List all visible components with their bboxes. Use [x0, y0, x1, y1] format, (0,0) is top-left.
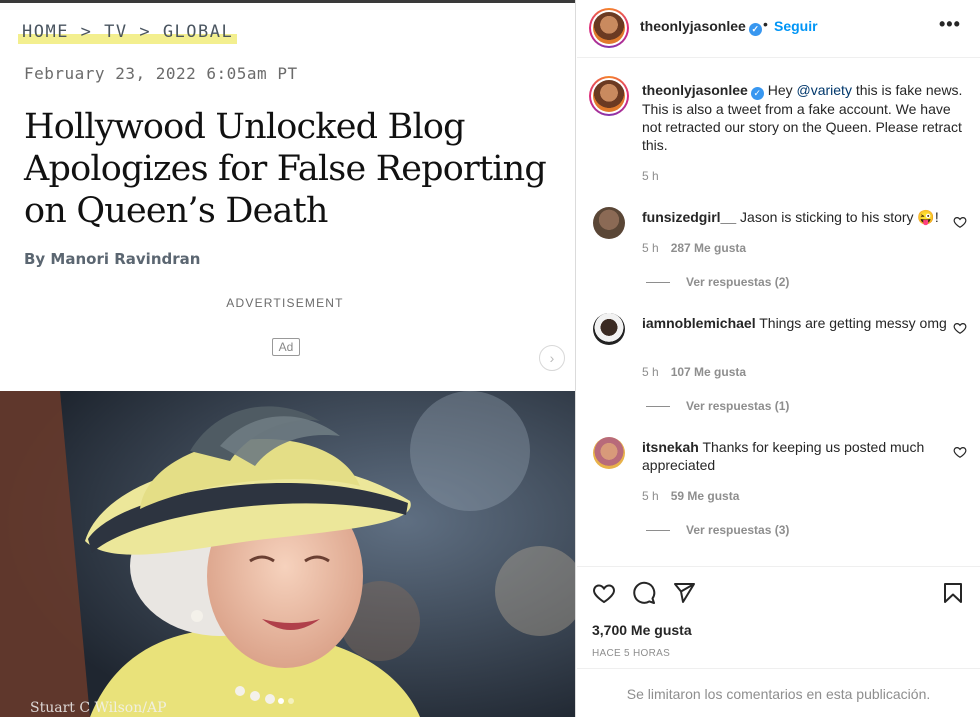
header-separator: • [763, 16, 768, 32]
post-header: theonlyjasonlee ✓ • Seguir ••• [577, 0, 980, 58]
comment-like-heart-icon[interactable] [953, 215, 967, 229]
comment-like-heart-icon[interactable] [953, 321, 967, 335]
comment-likes[interactable]: 107 Me gusta [671, 365, 746, 379]
comment-time[interactable]: 5 h [642, 365, 659, 379]
caption-username[interactable]: theonlyjasonlee [642, 82, 748, 98]
comment-body: Things are getting messy omg [759, 315, 947, 331]
article-date: February 23, 2022 6:05am PT [24, 64, 298, 83]
comment-text: itsnekah Thanks for keeping us posted mu… [642, 438, 967, 474]
comment-meta: 5 h 59 Me gusta [642, 489, 739, 503]
carousel-next-button[interactable]: › [539, 345, 565, 371]
media-top-border [0, 0, 575, 3]
comment-body: Jason is sticking to his story 😜! [740, 209, 939, 225]
follow-button[interactable]: Seguir [774, 18, 818, 34]
comment-meta: 5 h 107 Me gusta [642, 365, 746, 379]
comment-username[interactable]: funsizedgirl__ [642, 209, 736, 225]
carousel-dot [288, 698, 294, 704]
post-media[interactable]: HOME > TV > GLOBAL February 23, 2022 6:0… [0, 0, 576, 717]
comment-time[interactable]: 5 h [642, 489, 659, 503]
comment-avatar[interactable] [593, 313, 625, 345]
author-username-header[interactable]: theonlyjasonlee ✓ [640, 18, 762, 36]
comment-text: iamnoblemichael Things are getting messy… [642, 314, 967, 332]
comment-text: funsizedgirl__ Jason is sticking to his … [642, 208, 967, 226]
comment-username[interactable]: itsnekah [642, 439, 699, 455]
likes-count[interactable]: 3,700 Me gusta [592, 622, 692, 638]
chevron-right-icon: › [549, 350, 555, 366]
view-replies-button[interactable]: Ver respuestas (1) [646, 399, 789, 413]
post-time-ago[interactable]: HACE 5 HORAS [592, 648, 670, 659]
view-replies-button[interactable]: Ver respuestas (3) [646, 523, 789, 537]
caption-time[interactable]: 5 h [642, 169, 659, 183]
comment-username[interactable]: iamnoblemichael [642, 315, 756, 331]
comment-meta: 5 h 287 Me gusta [642, 241, 746, 255]
carousel-dot-active [278, 698, 284, 704]
article-headline: Hollywood Unlocked Blog Apologizes for F… [24, 107, 547, 231]
comment-like-heart-icon[interactable] [953, 445, 967, 459]
share-icon[interactable] [672, 581, 696, 605]
article-byline: By Manori Ravindran [24, 250, 201, 268]
comment-avatar[interactable] [593, 437, 625, 469]
heart-icon[interactable] [592, 581, 616, 605]
caption-author-avatar[interactable] [589, 76, 629, 116]
author-avatar[interactable] [589, 8, 629, 48]
header-username-text: theonlyjasonlee [640, 18, 746, 34]
comment-time[interactable]: 5 h [642, 241, 659, 255]
post-side-panel: theonlyjasonlee ✓ • Seguir ••• theonlyjas… [577, 0, 980, 717]
comment-avatar[interactable] [593, 207, 625, 239]
caption-mention-link[interactable]: @variety [797, 82, 852, 98]
ad-badge: Ad [272, 338, 300, 356]
view-replies-button[interactable]: Ver respuestas (2) [646, 275, 789, 289]
breadcrumb-text: HOME > TV > GLOBAL [22, 22, 234, 42]
comment-icon[interactable] [632, 581, 656, 605]
bookmark-icon[interactable] [941, 581, 965, 605]
view-replies-label: Ver respuestas (2) [686, 275, 790, 289]
replies-divider [646, 406, 670, 408]
comment-likes[interactable]: 287 Me gusta [671, 241, 746, 255]
replies-divider [646, 282, 670, 284]
caption-text-before: Hey [767, 82, 797, 98]
view-replies-label: Ver respuestas (1) [686, 399, 790, 413]
view-replies-label: Ver respuestas (3) [686, 523, 790, 537]
advertisement-label: ADVERTISEMENT [226, 296, 344, 310]
post-actions: 3,700 Me gusta HACE 5 HORAS Se limitaron… [577, 566, 980, 717]
photo-credit: Stuart C Wilson/AP [30, 700, 167, 716]
caption-meta: 5 h [642, 169, 659, 183]
post-caption: theonlyjasonlee ✓ Hey @variety this is fa… [642, 81, 967, 154]
replies-divider [646, 530, 670, 532]
more-horizontal-icon[interactable]: ••• [939, 14, 961, 35]
verified-badge-icon: ✓ [748, 23, 762, 36]
article-breadcrumb: HOME > TV > GLOBAL [18, 22, 238, 44]
verified-badge-icon: ✓ [750, 87, 764, 100]
article-photo [0, 391, 575, 717]
comments-limited-notice: Se limitaron los comentarios en esta pub… [577, 668, 980, 717]
comment-likes[interactable]: 59 Me gusta [671, 489, 740, 503]
carousel-indicator [278, 698, 294, 704]
queen-photo-illustration [0, 391, 575, 717]
